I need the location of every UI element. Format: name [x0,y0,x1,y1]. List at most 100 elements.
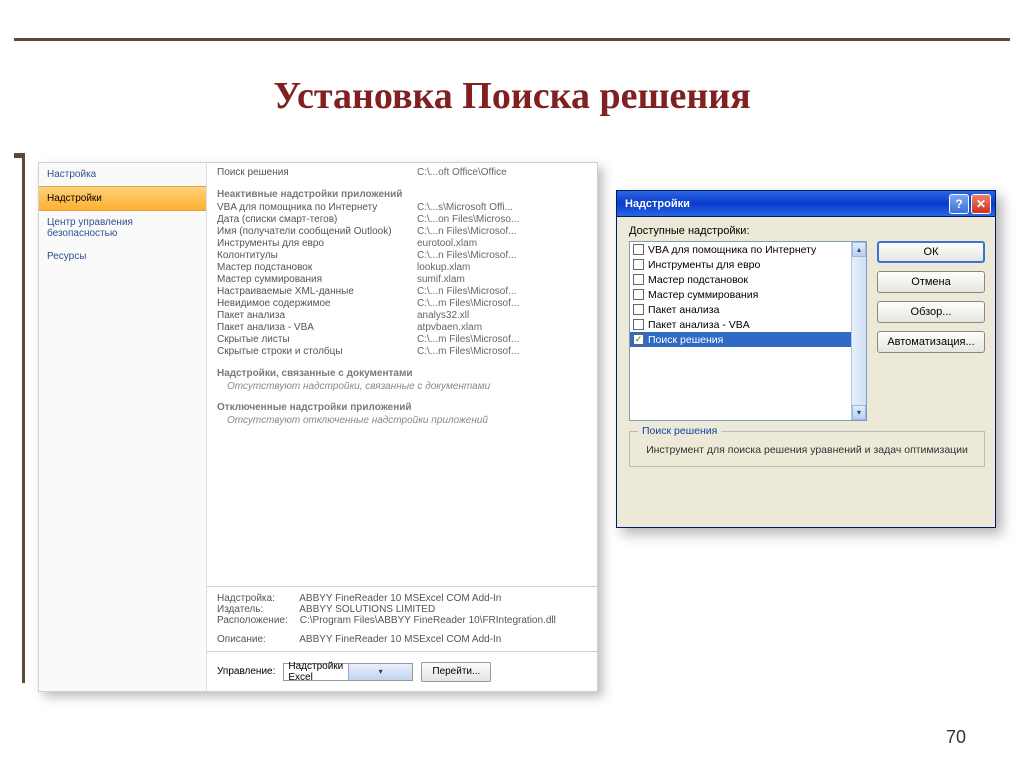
addins-dialog: Надстройки ? ✕ ДДоступные надстройки:ост… [616,190,996,528]
checkbox-icon[interactable] [633,244,644,255]
addin-row[interactable]: Настраиваемые XML-данныеC:\...n Files\Mi… [217,286,591,298]
options-bottom-bar: Управление: Надстройки Excel ▾ Перейти..… [207,651,597,691]
addin-row[interactable]: Мастер суммированияsumif.xlam [217,274,591,286]
addin-path: C:\...s\Microsoft Offi... [417,202,591,214]
addin-path: C:\...on Files\Microso... [417,214,591,226]
list-item-label: Мастер подстановок [648,274,748,286]
sidebar-item-resources[interactable]: Ресурсы [39,245,206,268]
addin-details: Надстройка: ABBYY FineReader 10 MSExcel … [207,586,597,651]
sidebar-item-nastroyka[interactable]: Настройка [39,163,206,186]
list-item[interactable]: Мастер суммирования [630,287,866,302]
list-item-label: Пакет анализа [648,304,719,316]
list-item[interactable]: VBA для помощника по Интернету [630,242,866,257]
addin-name: Имя (получатели сообщений Outlook) [217,226,417,238]
checkbox-icon[interactable] [633,319,644,330]
checkbox-icon[interactable]: ✓ [633,334,644,345]
addin-path: eurotool.xlam [417,238,591,250]
addin-row[interactable]: Скрытые листыC:\...m Files\Microsof... [217,334,591,346]
list-item[interactable]: Мастер подстановок [630,272,866,287]
scroll-down-icon[interactable]: ▾ [852,405,866,420]
list-item-label: Пакет анализа - VBA [648,319,750,331]
list-item-label: Мастер суммирования [648,289,758,301]
addin-name: Настраиваемые XML-данные [217,286,417,298]
sidebar-item-nadstroyki[interactable]: Надстройки [39,186,206,211]
slide-title: Установка Поиска решения [0,74,1024,118]
detail-desc-label: Описание: [217,634,297,645]
addin-name: Пакет анализа [217,310,417,322]
addin-row[interactable]: КолонтитулыC:\...n Files\Microsof... [217,250,591,262]
cancel-button[interactable]: Отмена [877,271,985,293]
list-item[interactable]: ✓ Поиск решения [630,332,866,347]
detail-location-label: Расположение: [217,615,297,626]
browse-button[interactable]: Обзор... [877,301,985,323]
checkbox-icon[interactable] [633,289,644,300]
addin-name: Поиск решения [217,167,417,179]
addin-path: lookup.xlam [417,262,591,274]
disabled-none: Отсутствуют отключенные надстройки прило… [227,415,591,426]
chevron-down-icon: ▾ [348,664,413,680]
checkbox-icon[interactable] [633,259,644,270]
dialog-title: Надстройки [625,198,947,210]
checkbox-icon[interactable] [633,304,644,315]
list-item-label: VBA для помощника по Интернету [648,244,816,256]
addin-row[interactable]: Невидимое содержимоеC:\...m Files\Micros… [217,298,591,310]
addin-path: C:\...n Files\Microsof... [417,250,591,262]
available-label: ДДоступные надстройки:оступные надстройк… [629,225,985,237]
automation-button[interactable]: Автоматизация... [877,331,985,353]
addin-path: C:\...m Files\Microsof... [417,346,591,358]
addin-row[interactable]: Имя (получатели сообщений Outlook)C:\...… [217,226,591,238]
group-legend: Поиск решения [638,425,721,437]
deco-rule [22,153,25,683]
addin-path: analys32.xll [417,310,591,322]
detail-location-value: C:\Program Files\ABBYY FineReader 10\FRI… [300,615,556,626]
checkbox-icon[interactable] [633,274,644,285]
sidebar-item-trust[interactable]: Центр управления безопасностью [39,211,206,245]
manage-combo[interactable]: Надстройки Excel ▾ [283,663,413,681]
addin-name: Скрытые строки и столбцы [217,346,417,358]
document-none: Отсутствуют надстройки, связанные с доку… [227,381,591,392]
addin-name: Дата (списки смарт-тегов) [217,214,417,226]
list-item-label: Поиск решения [648,334,723,346]
list-item[interactable]: Пакет анализа [630,302,866,317]
scrollbar[interactable]: ▴ ▾ [851,242,866,420]
ok-button[interactable]: ОК [877,241,985,263]
detail-addin-value: ABBYY FineReader 10 MSExcel COM Add-In [299,593,501,604]
options-window: Настройка Надстройки Центр управления бе… [38,162,598,692]
page-number: 70 [946,727,966,748]
go-button[interactable]: Перейти... [421,662,491,682]
addin-row[interactable]: Скрытые строки и столбцыC:\...m Files\Mi… [217,346,591,358]
addin-row[interactable]: Пакет анализа - VBAatpvbaen.xlam [217,322,591,334]
addin-path: sumif.xlam [417,274,591,286]
addin-path: C:\...n Files\Microsof... [417,226,591,238]
scroll-up-icon[interactable]: ▴ [852,242,866,257]
addin-row[interactable]: Мастер подстановокlookup.xlam [217,262,591,274]
addin-path: C:\...oft Office\Office [417,167,591,179]
detail-publisher-value: ABBYY SOLUTIONS LIMITED [299,604,435,615]
section-disabled: Отключенные надстройки приложений [217,402,591,413]
list-item-label: Инструменты для евро [648,259,760,271]
addin-row[interactable]: Пакет анализаanalys32.xll [217,310,591,322]
list-item[interactable]: Пакет анализа - VBA [630,317,866,332]
detail-addin-label: Надстройка: [217,593,297,604]
dialog-titlebar[interactable]: Надстройки ? ✕ [617,191,995,217]
addin-name: Пакет анализа - VBA [217,322,417,334]
addin-name: Невидимое содержимое [217,298,417,310]
addin-row[interactable]: Поиск решения C:\...oft Office\Office [217,167,591,179]
manage-combo-value: Надстройки Excel [284,661,348,683]
close-icon[interactable]: ✕ [971,194,991,214]
addins-listbox[interactable]: VBA для помощника по Интернету Инструмен… [629,241,867,421]
section-document: Надстройки, связанные с документами [217,368,591,379]
addin-row[interactable]: Дата (списки смарт-тегов)C:\...on Files\… [217,214,591,226]
addin-name: Инструменты для евро [217,238,417,250]
addin-row[interactable]: VBA для помощника по ИнтернетуC:\...s\Mi… [217,202,591,214]
addin-name: Колонтитулы [217,250,417,262]
addin-row[interactable]: Инструменты для евроeurotool.xlam [217,238,591,250]
manage-label: Управление: [217,666,275,677]
addin-name: Мастер суммирования [217,274,417,286]
list-item[interactable]: Инструменты для евро [630,257,866,272]
section-inactive: Неактивные надстройки приложений [217,189,591,200]
options-sidebar: Настройка Надстройки Центр управления бе… [39,163,207,691]
addin-path: C:\...n Files\Microsof... [417,286,591,298]
help-icon[interactable]: ? [949,194,969,214]
addin-name: Мастер подстановок [217,262,417,274]
